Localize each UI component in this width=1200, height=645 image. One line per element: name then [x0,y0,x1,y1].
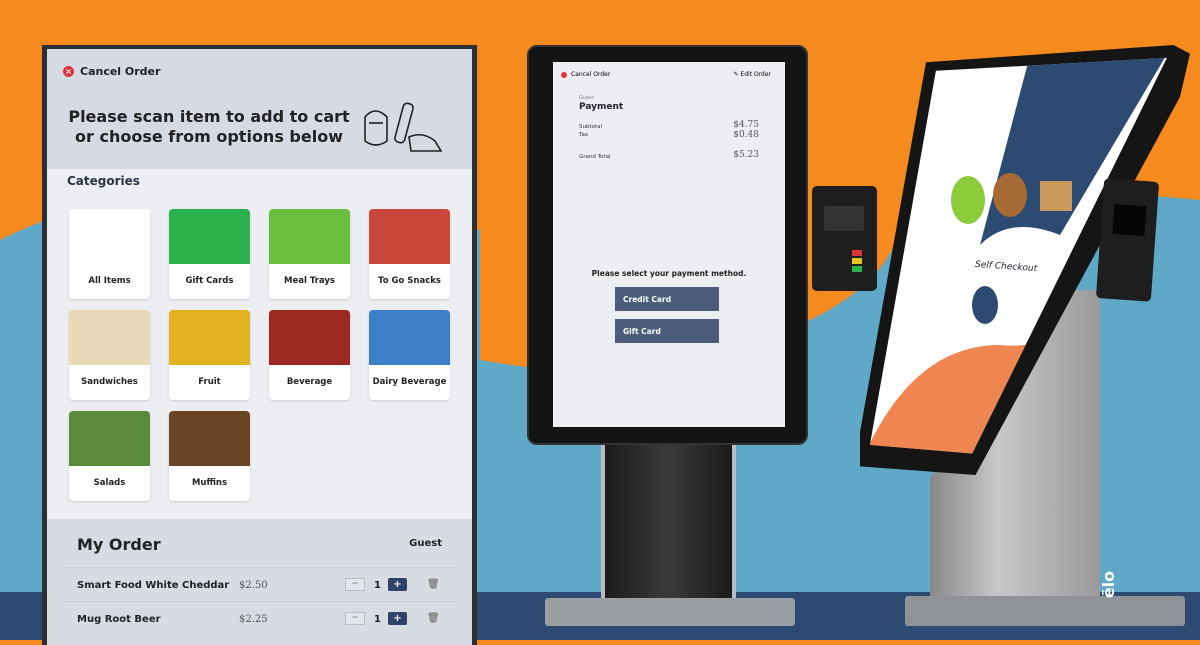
subtotal-value: $4.75 [733,120,759,130]
guest-label: Guest [409,538,442,549]
tax-value: $0.48 [733,130,759,140]
item-price: $2.25 [239,614,268,625]
kiosk-base [905,596,1185,626]
category-label: Salads [93,478,126,488]
category-label: All Items [88,276,131,286]
category-card[interactable]: Sandwiches [69,310,150,400]
category-card[interactable]: Meal Trays [269,209,350,299]
category-card[interactable]: To Go Snacks [369,209,450,299]
category-image [69,411,150,466]
category-image [269,209,350,264]
tax-label: Tax [579,132,589,138]
category-label: Muffins [191,478,228,488]
category-card[interactable]: Gift Cards [169,209,250,299]
scan-prompt: Please scan item to add to cart or choos… [68,107,350,146]
category-label: To Go Snacks [378,276,441,286]
category-card[interactable]: Muffins [169,411,250,501]
category-image [369,209,450,264]
edit-order-button[interactable]: ✎ Edit Order [733,71,771,78]
kiosk-stand [601,445,736,600]
category-image [69,209,150,264]
cancel-order-button[interactable]: Cancel Order [561,71,610,78]
grand-total-label: Grand Total [579,154,611,160]
my-order-section: My Order Guest Smart Food White Cheddar $… [47,519,472,645]
left-kiosk-screen: × Cancel Order Please scan item to add to… [42,45,477,645]
payment-title: Payment [579,102,624,112]
payment-screen: Cancel Order ✎ Edit Order Guest Payment … [553,62,785,427]
cancel-order-button[interactable]: × Cancel Order [63,65,160,78]
brand-logo: ēlo [1099,570,1119,599]
category-card[interactable]: Salads [69,411,150,501]
salad-box-image [1040,181,1072,211]
category-card[interactable]: Beverage [269,310,350,400]
order-item-row: Mug Root Beer $2.25 −1 + 🗑 [63,601,456,635]
category-label: Meal Trays [284,276,335,286]
decrease-qty-button[interactable]: − [345,578,365,591]
category-image [169,411,250,466]
category-image [169,310,250,365]
category-label: Gift Cards [185,276,234,286]
item-price: $2.50 [239,580,268,591]
category-card[interactable]: Fruit [169,310,250,400]
category-card[interactable]: All Items [69,209,150,299]
decrease-qty-button[interactable]: − [345,612,365,625]
order-title: My Order [77,535,161,554]
kiosk-base [545,598,795,626]
gift-card-button[interactable]: Gift Card [615,319,719,343]
subtotal-label: Subtotal [579,124,603,130]
trash-icon[interactable]: 🗑 [427,579,440,590]
category-label: Beverage [286,377,333,387]
category-image [169,209,250,264]
credit-card-button[interactable]: Credit Card [615,287,719,311]
category-image [369,310,450,365]
start-button[interactable] [972,286,998,324]
close-icon: × [63,66,74,77]
increase-qty-button[interactable]: + [388,578,407,591]
item-name: Smart Food White Cheddar [77,580,230,591]
close-icon [561,71,567,78]
item-name: Mug Root Beer [77,614,161,625]
grand-total-value: $5.23 [733,150,759,160]
muffin-image [993,173,1027,217]
categories-heading: Categories [67,174,140,188]
category-grid: All Items Gift Cards Meal Trays To Go Snack… [69,209,450,501]
trash-icon[interactable]: 🗑 [427,613,440,624]
apple-image [951,176,985,224]
category-label: Sandwiches [81,377,138,387]
card-reader [1095,178,1160,302]
category-card[interactable]: Dairy Beverage [369,310,450,400]
item-qty: 1 [374,614,381,625]
order-item-row: Smart Food White Cheddar $2.50 −1 + 🗑 [63,567,456,601]
category-label: Dairy Beverage [372,377,447,387]
scan-item-icon [364,102,443,152]
item-qty: 1 [374,580,381,591]
category-image [269,310,350,365]
payment-prompt: Please select your payment method. [591,269,747,278]
category-label: Fruit [198,377,221,387]
middle-kiosk: Cancel Order ✎ Edit Order Guest Payment … [527,45,808,445]
category-image [69,310,150,365]
increase-qty-button[interactable]: + [388,612,407,625]
guest-label: Guest [579,95,594,101]
